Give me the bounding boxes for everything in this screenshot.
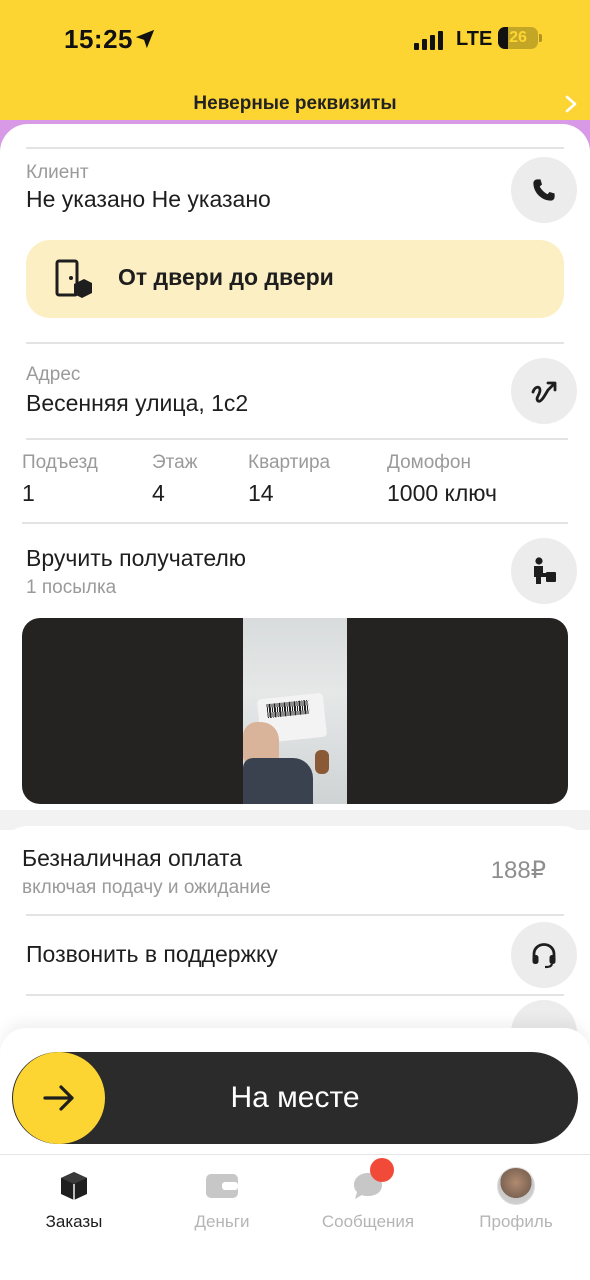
- divider: [26, 147, 564, 149]
- floor-cell: Этаж 4: [152, 452, 197, 507]
- call-support-label[interactable]: Позвонить в поддержку: [26, 941, 278, 968]
- location-arrow-icon: [135, 29, 155, 49]
- invalid-details-banner[interactable]: Неверные реквизиты: [0, 86, 590, 122]
- tabbar-divider: [0, 1154, 590, 1155]
- cellular-signal-icon: [414, 30, 443, 50]
- tab-messages-label: Сообщения: [321, 1212, 415, 1231]
- call-client-button[interactable]: [511, 157, 577, 223]
- tab-profile-label: Профиль: [479, 1212, 553, 1231]
- intercom-label: Домофон: [387, 452, 471, 473]
- address-value: Весенняя улица, 1с2: [26, 390, 249, 416]
- wallet-icon: [206, 1174, 238, 1198]
- arrived-label: На месте: [230, 1081, 360, 1114]
- slider-knob[interactable]: [13, 1052, 105, 1144]
- payment-title: Безналичная оплата: [22, 845, 243, 871]
- tab-orders-label: Заказы: [45, 1212, 103, 1231]
- unread-badge: [370, 1158, 394, 1182]
- divider: [26, 994, 564, 996]
- tab-orders[interactable]: Заказы: [4, 1160, 144, 1232]
- door-box-icon: [55, 259, 92, 298]
- apartment-value: 14: [248, 480, 274, 506]
- route-icon: [531, 381, 557, 403]
- delivery-type-label: От двери до двери: [118, 264, 334, 290]
- apartment-label: Квартира: [248, 452, 331, 473]
- box-icon: [61, 1172, 87, 1200]
- battery-tip: [539, 34, 542, 42]
- parcel-photo[interactable]: [22, 618, 568, 804]
- status-time: 15:25: [64, 24, 133, 54]
- avatar: [497, 1167, 535, 1205]
- intercom-value: 1000 ключ: [387, 480, 498, 506]
- handover-button[interactable]: [511, 538, 577, 604]
- payment-subtitle: включая подачу и ожидание: [22, 877, 271, 898]
- handover-title: Вручить получателю: [26, 545, 247, 571]
- parcel-photo-image: [243, 618, 347, 804]
- payment-amount: 188₽: [490, 857, 546, 884]
- client-name: Не указано Не указано: [26, 186, 271, 212]
- tab-money-label: Деньги: [194, 1212, 250, 1231]
- battery-level: 26: [509, 29, 527, 46]
- tab-profile[interactable]: Профиль: [446, 1160, 586, 1232]
- client-label: Клиент: [26, 162, 89, 183]
- divider: [26, 914, 564, 916]
- entrance-cell: Подъезд 1: [22, 452, 98, 507]
- divider: [26, 342, 564, 344]
- tab-messages[interactable]: Сообщения: [298, 1158, 438, 1232]
- apartment-cell: Квартира 14: [248, 452, 330, 507]
- call-support-button[interactable]: [511, 922, 577, 988]
- floor-label: Этаж: [152, 452, 198, 473]
- phone-icon: [533, 179, 555, 201]
- intercom-cell: Домофон 1000 ключ: [387, 452, 497, 507]
- handover-subtitle: 1 посылка: [26, 577, 117, 598]
- battery-icon: 26: [498, 27, 538, 49]
- arrow-right-icon: [43, 1085, 74, 1111]
- route-button[interactable]: [511, 358, 577, 424]
- tab-money[interactable]: Деньги: [152, 1160, 292, 1232]
- divider: [26, 438, 568, 440]
- person-parcel-icon: [534, 557, 556, 584]
- address-label: Адрес: [26, 364, 81, 385]
- network-type: LTE: [456, 28, 493, 50]
- floor-value: 4: [152, 480, 165, 506]
- chevron-right-icon: [565, 95, 577, 113]
- entrance-label: Подъезд: [22, 452, 98, 473]
- entrance-value: 1: [22, 480, 35, 506]
- headset-icon: [532, 943, 556, 969]
- delivery-type-chip: От двери до двери: [26, 240, 564, 318]
- divider: [22, 522, 568, 524]
- status-bar: 15:25 LTE 26: [0, 0, 590, 80]
- banner-text: Неверные реквизиты: [193, 93, 397, 114]
